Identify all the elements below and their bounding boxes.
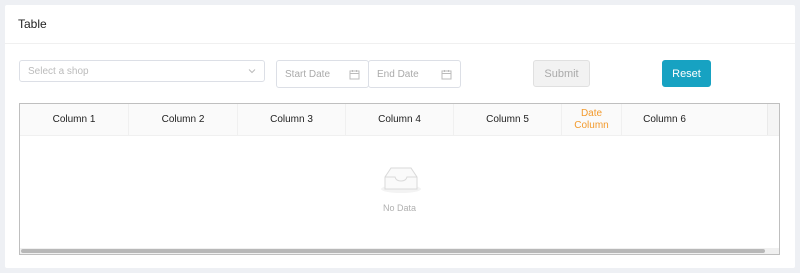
column-header-6[interactable]: Column 6 <box>622 104 707 135</box>
submit-button[interactable]: Submit <box>533 60 590 87</box>
horizontal-scrollbar[interactable] <box>20 248 779 254</box>
column-header-date[interactable]: Date Column <box>562 104 622 135</box>
table-card: Table Select a shop Start Date End Date <box>5 5 795 268</box>
empty-text: No Data <box>382 203 417 213</box>
end-date-placeholder: End Date <box>377 68 419 80</box>
column-header-5[interactable]: Column 5 <box>454 104 562 135</box>
start-date-input[interactable]: Start Date <box>276 60 369 88</box>
data-table: Column 1 Column 2 Column 3 Column 4 Colu… <box>19 103 780 255</box>
end-date-input[interactable]: End Date <box>368 60 461 88</box>
filter-bar: Select a shop Start Date End Date Submit… <box>5 60 795 90</box>
start-date-placeholder: Start Date <box>285 68 331 80</box>
table-header: Column 1 Column 2 Column 3 Column 4 Colu… <box>20 104 779 136</box>
column-header-3[interactable]: Column 3 <box>238 104 346 135</box>
chevron-down-icon <box>248 69 256 74</box>
calendar-icon <box>441 70 452 80</box>
empty-inbox-icon <box>381 167 421 193</box>
shop-select[interactable]: Select a shop <box>19 60 265 82</box>
column-header-4[interactable]: Column 4 <box>346 104 454 135</box>
header-scroll-gutter <box>767 104 779 135</box>
card-title: Table <box>5 5 795 44</box>
column-header-2[interactable]: Column 2 <box>129 104 238 135</box>
shop-select-placeholder: Select a shop <box>28 65 89 77</box>
reset-button[interactable]: Reset <box>662 60 711 87</box>
calendar-icon <box>349 70 360 80</box>
scrollbar-thumb[interactable] <box>21 249 765 253</box>
column-header-1[interactable]: Column 1 <box>20 104 129 135</box>
empty-state: No Data <box>20 135 779 245</box>
